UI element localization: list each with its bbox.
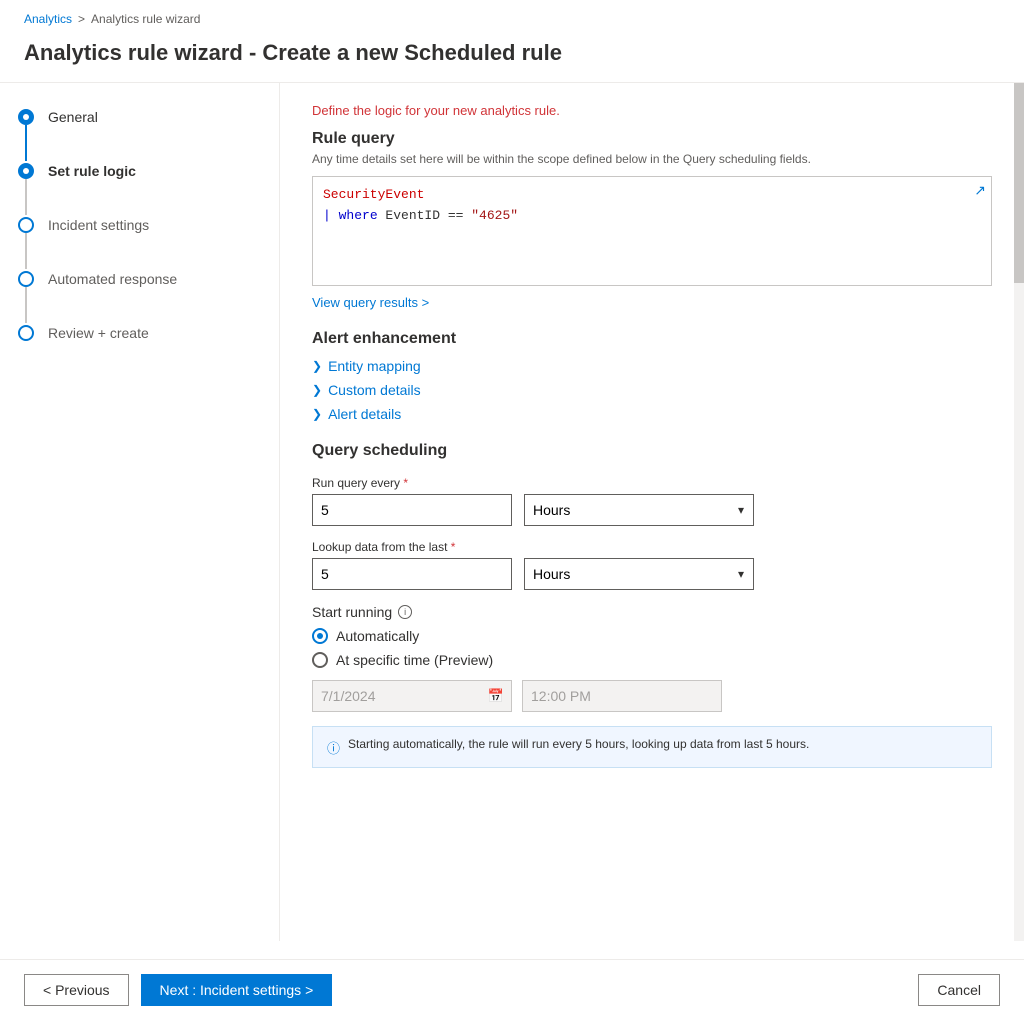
- lookup-data-unit-select[interactable]: Hours Minutes Days: [524, 558, 754, 590]
- datetime-row: 📅: [312, 680, 992, 712]
- sidebar-item-automated-response[interactable]: Automated response: [16, 269, 263, 323]
- lookup-data-required: *: [451, 540, 456, 554]
- step-label-general: General: [48, 107, 98, 127]
- define-logic-text: Define the logic for your new analytics …: [312, 103, 992, 118]
- start-running-radio-group: Automatically At specific time (Preview): [312, 628, 992, 668]
- start-running-info-icon[interactable]: i: [398, 605, 412, 619]
- scrollbar-track[interactable]: [1014, 83, 1024, 941]
- chevron-right-icon-entity: ❯: [312, 359, 322, 373]
- step-circle-incident: [18, 217, 34, 233]
- main-container: General Set rule logic Incident settings: [0, 82, 1024, 941]
- sidebar: General Set rule logic Incident settings: [0, 83, 280, 941]
- chevron-right-icon-alert: ❯: [312, 407, 322, 421]
- time-input[interactable]: [522, 680, 722, 712]
- info-banner: ⓘ Starting automatically, the rule will …: [312, 726, 992, 768]
- lookup-data-unit-group: Hours Minutes Days: [524, 558, 754, 590]
- query-scheduling-title: Query scheduling: [312, 442, 992, 460]
- code-eventid: EventID ==: [385, 208, 471, 223]
- expand-icon[interactable]: ↗: [974, 182, 986, 199]
- page-title: Analytics rule wizard - Create a new Sch…: [0, 32, 1024, 82]
- breadcrumb-separator: >: [78, 12, 85, 26]
- code-line-1: SecurityEvent: [323, 185, 981, 206]
- run-query-unit-wrapper: Hours Minutes Days: [524, 494, 754, 526]
- lookup-data-group: Lookup data from the last *: [312, 540, 512, 590]
- step-label-rule-logic: Set rule logic: [48, 161, 136, 181]
- alert-enhancement-title: Alert enhancement: [312, 330, 992, 348]
- entity-mapping-item[interactable]: ❯ Entity mapping: [312, 358, 992, 374]
- rule-query-subtitle: Any time details set here will be within…: [312, 152, 992, 166]
- code-keyword: SecurityEvent: [323, 187, 424, 202]
- footer: < Previous Next : Incident settings > Ca…: [0, 959, 1024, 1019]
- scrollbar-thumb[interactable]: [1014, 83, 1024, 283]
- date-input[interactable]: [312, 680, 512, 712]
- entity-mapping-label: Entity mapping: [328, 358, 421, 374]
- breadcrumb-analytics[interactable]: Analytics: [24, 12, 72, 26]
- sidebar-item-review-create[interactable]: Review + create: [16, 323, 263, 343]
- run-query-required: *: [403, 476, 408, 490]
- breadcrumb-current: Analytics rule wizard: [91, 12, 200, 26]
- query-editor-wrapper: SecurityEvent | where EventID == "4625" …: [312, 176, 992, 286]
- info-banner-icon: ⓘ: [327, 738, 340, 757]
- run-query-input[interactable]: [312, 494, 512, 526]
- radio-btn-specific-time: [312, 652, 328, 668]
- run-query-row: Run query every * Hours Minutes Days: [312, 476, 992, 526]
- step-line-3: [25, 233, 27, 269]
- run-query-unit-select[interactable]: Hours Minutes Days: [524, 494, 754, 526]
- radio-automatically[interactable]: Automatically: [312, 628, 992, 644]
- run-query-label: Run query every *: [312, 476, 512, 490]
- lookup-data-unit-wrapper: Hours Minutes Days: [524, 558, 754, 590]
- step-label-incident: Incident settings: [48, 215, 149, 235]
- lookup-data-input[interactable]: [312, 558, 512, 590]
- view-query-results-link[interactable]: View query results >: [312, 295, 429, 310]
- code-string: "4625": [471, 208, 518, 223]
- code-where: where: [339, 208, 386, 223]
- code-line-2: | where EventID == "4625": [323, 206, 981, 227]
- step-label-review: Review + create: [48, 323, 149, 343]
- next-button[interactable]: Next : Incident settings >: [141, 974, 333, 1006]
- rule-query-title: Rule query: [312, 130, 992, 148]
- step-line-1: [25, 125, 27, 161]
- alert-details-item[interactable]: ❯ Alert details: [312, 406, 992, 422]
- sidebar-item-set-rule-logic[interactable]: Set rule logic: [16, 161, 263, 215]
- sidebar-item-incident-settings[interactable]: Incident settings: [16, 215, 263, 269]
- calendar-icon: 📅: [488, 688, 504, 704]
- date-input-wrapper: 📅: [312, 680, 512, 712]
- start-running-label: Start running i: [312, 604, 992, 620]
- breadcrumb: Analytics > Analytics rule wizard: [0, 0, 1024, 32]
- info-banner-text: Starting automatically, the rule will ru…: [348, 737, 809, 751]
- alert-details-label: Alert details: [328, 406, 401, 422]
- step-circle-rule-logic: [18, 163, 34, 179]
- step-circle-general: [18, 109, 34, 125]
- radio-btn-automatically: [312, 628, 328, 644]
- sidebar-item-general[interactable]: General: [16, 107, 263, 161]
- radio-label-automatically: Automatically: [336, 628, 419, 644]
- run-query-group: Run query every *: [312, 476, 512, 526]
- lookup-data-label: Lookup data from the last *: [312, 540, 512, 554]
- chevron-right-icon-custom: ❯: [312, 383, 322, 397]
- query-editor[interactable]: SecurityEvent | where EventID == "4625": [312, 176, 992, 286]
- custom-details-label: Custom details: [328, 382, 421, 398]
- lookup-data-row: Lookup data from the last * Hours Minute…: [312, 540, 992, 590]
- step-label-automated: Automated response: [48, 269, 177, 289]
- run-query-unit-group: Hours Minutes Days: [524, 494, 754, 526]
- step-circle-review: [18, 325, 34, 341]
- step-circle-automated: [18, 271, 34, 287]
- custom-details-item[interactable]: ❯ Custom details: [312, 382, 992, 398]
- cancel-button[interactable]: Cancel: [918, 974, 1000, 1006]
- content-area: Define the logic for your new analytics …: [280, 83, 1024, 882]
- step-line-4: [25, 287, 27, 323]
- code-pipe: |: [323, 208, 339, 223]
- previous-button[interactable]: < Previous: [24, 974, 129, 1006]
- step-line-2: [25, 179, 27, 215]
- radio-label-specific-time: At specific time (Preview): [336, 652, 493, 668]
- radio-specific-time[interactable]: At specific time (Preview): [312, 652, 992, 668]
